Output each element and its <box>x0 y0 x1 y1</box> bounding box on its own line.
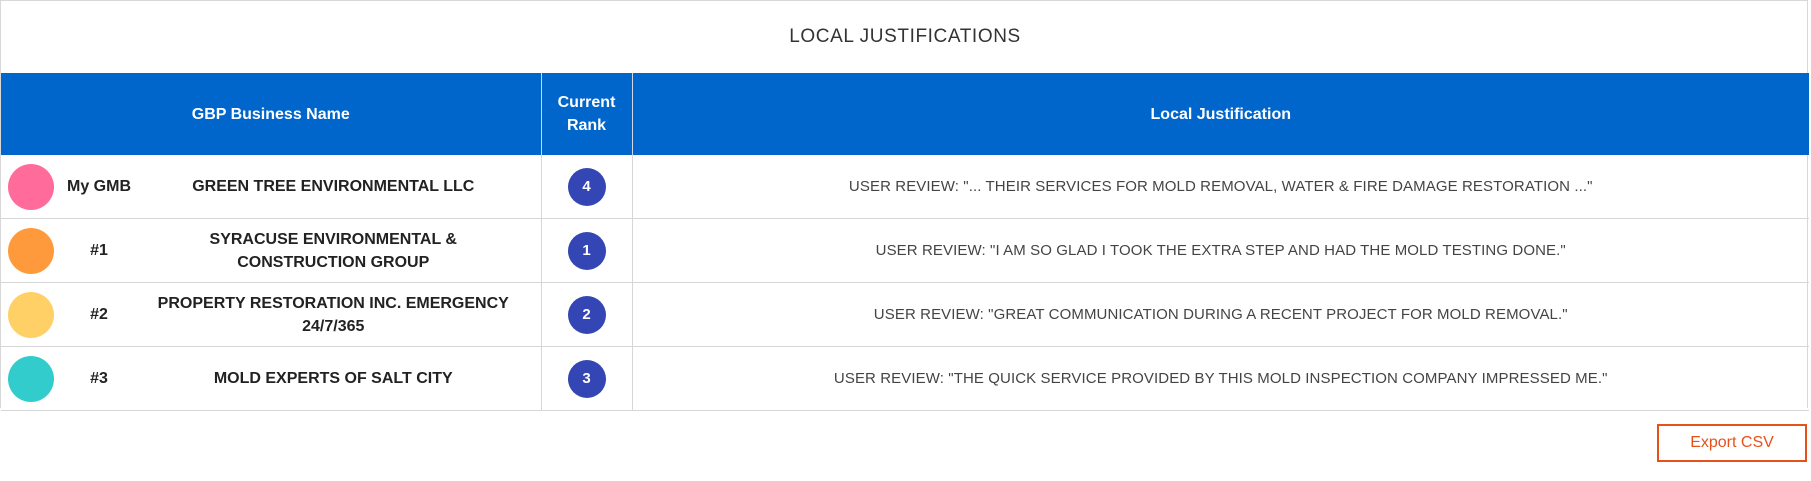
business-name: SYRACUSE ENVIRONMENTAL & CONSTRUCTION GR… <box>209 230 457 271</box>
local-justifications-panel: LOCAL JUSTIFICATIONS GBP Business Name C… <box>0 0 1809 411</box>
justifications-table: GBP Business Name Current Rank Local Jus… <box>1 73 1809 411</box>
justification-cell: USER REVIEW: "I AM SO GLAD I TOOK THE EX… <box>632 218 1809 283</box>
business-cell: My GMB GREEN TREE ENVIRONMENTAL LLC <box>1 155 542 219</box>
rank-badge: 2 <box>567 295 606 334</box>
rank-cell: 1 <box>541 218 633 283</box>
competitor-label: #1 <box>90 241 108 259</box>
column-header-justification[interactable]: Local Justification <box>632 73 1809 155</box>
justification-text: USER REVIEW: "GREAT COMMUNICATION DURING… <box>873 305 1568 323</box>
competitor-color-dot <box>8 163 54 210</box>
rank-cell: 4 <box>541 155 633 219</box>
table-header-row: GBP Business Name Current Rank Local Jus… <box>1 73 1809 155</box>
competitor-color-dot <box>8 355 54 402</box>
competitor-color-dot <box>8 227 54 274</box>
business-cell: #1 SYRACUSE ENVIRONMENTAL & CONSTRUCTION… <box>1 218 542 283</box>
justification-text: USER REVIEW: "... THEIR SERVICES FOR MOL… <box>848 177 1593 195</box>
justification-cell: USER REVIEW: "THE QUICK SERVICE PROVIDED… <box>632 346 1809 411</box>
column-header-rank-label: Current Rank <box>557 94 616 134</box>
justification-text: USER REVIEW: "I AM SO GLAD I TOOK THE EX… <box>875 241 1566 259</box>
table-row: #1 SYRACUSE ENVIRONMENTAL & CONSTRUCTION… <box>1 218 1809 283</box>
justification-cell: USER REVIEW: "... THEIR SERVICES FOR MOL… <box>632 155 1809 219</box>
rank-cell: 3 <box>541 346 633 411</box>
competitor-label: #3 <box>90 369 108 387</box>
competitor-color-dot <box>8 291 54 338</box>
table-row: #3 MOLD EXPERTS OF SALT CITY 3 USER REVI… <box>1 346 1809 411</box>
business-name: GREEN TREE ENVIRONMENTAL LLC <box>192 178 475 195</box>
column-header-rank[interactable]: Current Rank <box>541 73 633 155</box>
business-name: MOLD EXPERTS OF SALT CITY <box>213 370 453 387</box>
panel-title: LOCAL JUSTIFICATIONS <box>789 26 1021 47</box>
column-header-business[interactable]: GBP Business Name <box>1 73 542 155</box>
table-row: #2 PROPERTY RESTORATION INC. EMERGENCY 2… <box>1 282 1809 347</box>
table-row: My GMB GREEN TREE ENVIRONMENTAL LLC 4 US… <box>1 155 1809 219</box>
rank-cell: 2 <box>541 282 633 347</box>
justification-text: USER REVIEW: "THE QUICK SERVICE PROVIDED… <box>833 369 1608 387</box>
justification-cell: USER REVIEW: "GREAT COMMUNICATION DURING… <box>632 282 1809 347</box>
rank-badge: 1 <box>567 231 606 270</box>
export-csv-button[interactable]: Export CSV <box>1657 424 1807 462</box>
business-name: PROPERTY RESTORATION INC. EMERGENCY 24/7… <box>157 294 509 335</box>
competitor-label: My GMB <box>67 177 131 195</box>
business-cell: #3 MOLD EXPERTS OF SALT CITY <box>1 346 542 411</box>
competitor-label: #2 <box>90 305 108 323</box>
business-cell: #2 PROPERTY RESTORATION INC. EMERGENCY 2… <box>1 282 542 347</box>
rank-badge: 3 <box>567 359 606 398</box>
rank-badge: 4 <box>567 167 606 206</box>
